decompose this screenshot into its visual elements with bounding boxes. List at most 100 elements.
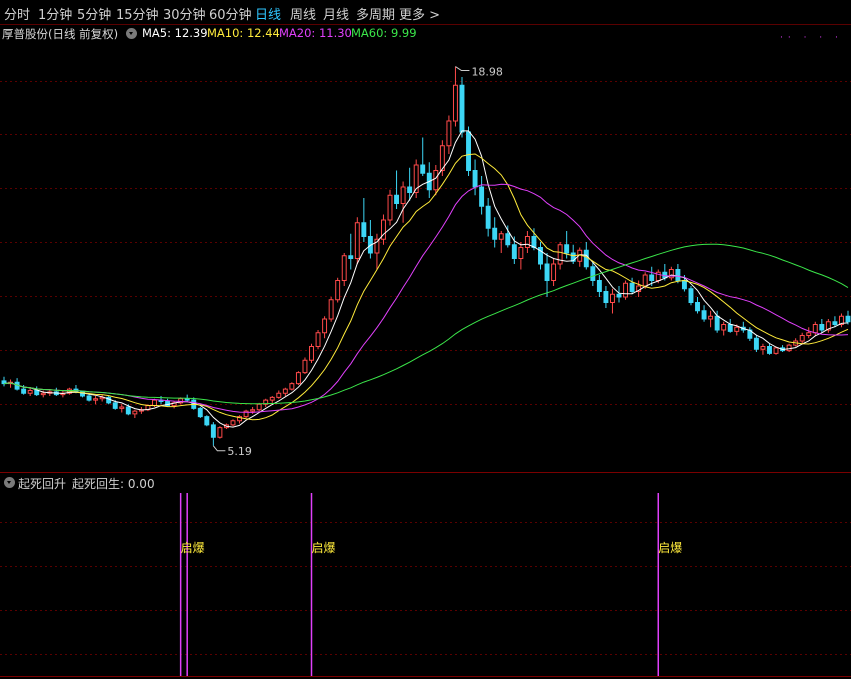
candle-body: [184, 398, 190, 401]
candle-body: [485, 205, 491, 229]
high-price-label: 18.98: [471, 66, 503, 79]
candle-body: [767, 346, 772, 354]
candle-body: [518, 247, 524, 259]
candle-body: [642, 274, 648, 287]
candle-body: [335, 280, 341, 301]
candle-body: [361, 222, 367, 237]
high-marker: [455, 66, 470, 72]
candle-body: [806, 332, 812, 336]
kline-chart[interactable]: 18.98 5.19 启爆 启爆 启爆: [0, 0, 851, 679]
candle-body: [753, 337, 759, 350]
indicator-name[interactable]: 起死回升: [18, 475, 66, 492]
candle-body: [276, 392, 282, 398]
ma5-line: [3, 130, 849, 428]
candle-body: [250, 409, 256, 412]
candle-body: [564, 244, 570, 254]
candle-body: [505, 233, 511, 246]
candle-body: [596, 280, 602, 292]
candle-body: [112, 402, 118, 409]
candle-body: [210, 424, 216, 438]
candle-body: [701, 310, 707, 320]
candle-body: [295, 372, 301, 385]
candle-body: [269, 396, 275, 401]
candle-body: [773, 347, 779, 354]
candle-body: [649, 274, 655, 281]
candle-body: [492, 227, 498, 240]
candle-body: [524, 236, 530, 248]
candle-body: [845, 315, 851, 323]
candle-body: [616, 293, 622, 298]
candle-body: [610, 293, 615, 303]
candle-body: [387, 194, 393, 221]
candle-body: [433, 170, 439, 191]
candle-body: [21, 388, 27, 394]
candle-body: [354, 222, 360, 259]
candle-body: [230, 420, 236, 426]
candle-body: [86, 395, 92, 401]
ma20-line: [3, 183, 849, 413]
candle-body: [714, 315, 720, 331]
candle-body: [708, 315, 714, 320]
candle-body: [197, 407, 203, 418]
candle-body: [734, 326, 740, 332]
candle-body: [832, 321, 838, 325]
candle-body: [132, 410, 138, 415]
candle-body: [322, 318, 328, 334]
candle-body: [472, 170, 478, 188]
candle-body: [498, 233, 504, 240]
candle-body: [119, 406, 125, 409]
candle-body: [289, 383, 295, 390]
candle-body: [446, 120, 452, 147]
candle-body: [466, 131, 471, 171]
candle-body: [40, 392, 46, 396]
signal-label: 启爆: [658, 541, 682, 555]
candle-body: [93, 398, 99, 401]
candle-body: [315, 332, 321, 347]
signal-label: 启爆: [181, 541, 205, 555]
candle-body: [328, 299, 334, 320]
ma10-line: [3, 153, 849, 421]
candle-body: [459, 84, 465, 133]
candle-body: [302, 359, 308, 374]
candle-body: [125, 406, 131, 415]
candle-body: [760, 346, 766, 350]
candle-body: [727, 324, 733, 332]
candle-body: [590, 266, 596, 281]
candle-body: [282, 388, 288, 394]
candle-body: [544, 263, 550, 281]
candle-body: [511, 244, 517, 259]
candle-body: [152, 399, 157, 407]
low-price-label: 5.19: [227, 445, 252, 458]
candle-body: [27, 390, 33, 394]
candle-body: [256, 403, 262, 411]
candle-body: [420, 164, 426, 174]
candle-body: [407, 186, 413, 193]
candle-body: [681, 280, 687, 290]
candle-body: [394, 194, 400, 204]
candle-body: [400, 186, 406, 204]
candle-body: [551, 263, 557, 281]
candle-body: [531, 236, 537, 248]
indicator-value: 起死回生: 0.00: [72, 477, 155, 491]
signal-label: 启爆: [312, 541, 336, 555]
candle-body: [799, 335, 805, 342]
low-marker: [212, 445, 226, 452]
candle-body: [309, 346, 314, 361]
candle-body: [688, 288, 694, 303]
candle-body: [675, 269, 681, 281]
candle-body: [452, 84, 458, 122]
ma60-line: [3, 243, 849, 405]
candle-body: [348, 255, 354, 259]
candle-body: [204, 416, 210, 426]
candle-body: [34, 390, 40, 396]
candle-body: [629, 282, 635, 292]
candle-body: [819, 324, 825, 331]
candle-body: [557, 244, 563, 265]
candle-body: [695, 302, 700, 312]
candle-body: [603, 291, 609, 303]
collapse-icon[interactable]: [4, 477, 15, 488]
candle-body: [217, 427, 223, 438]
candle-body: [583, 249, 589, 268]
candle-body: [812, 324, 818, 334]
candle-body: [721, 324, 727, 331]
